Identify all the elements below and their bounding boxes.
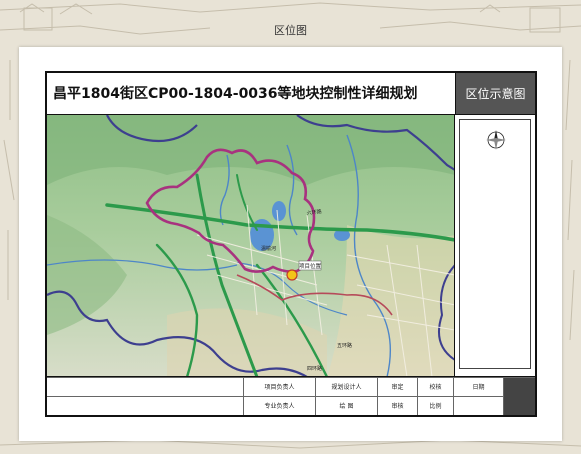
- title-block-dark-cell: [503, 377, 535, 415]
- scale-label: 比例: [417, 396, 453, 415]
- professional-leader-label: 专业负责人: [243, 396, 315, 415]
- river-label: 温榆河: [261, 245, 276, 252]
- audit-label: 审核: [377, 396, 417, 415]
- map-canvas: 六环路 温榆河 五环路 四环路 项目位置: [47, 115, 454, 376]
- title-block-blank-2: [47, 396, 243, 415]
- side-panel: [455, 115, 535, 377]
- check-label: 校核: [417, 377, 453, 396]
- drawing-no-label: 日期: [453, 377, 503, 396]
- project-location-label: 项目位置: [299, 262, 322, 270]
- location-schematic-label: 区位示意图: [455, 73, 535, 115]
- plan-title: 昌平1804街区CP00-1804-0036等地块控制性详细规划: [47, 73, 455, 115]
- location-map: 六环路 温榆河 五环路 四环路 项目位置: [47, 115, 455, 377]
- figure-caption: 区位图: [274, 24, 307, 37]
- north-arrow-icon: [486, 130, 506, 150]
- planner-label: 规划设计人: [315, 377, 377, 396]
- road-label-3: 四环路: [307, 365, 322, 372]
- drawer-label: 绘 图: [315, 396, 377, 415]
- map-sheet: 昌平1804街区CP00-1804-0036等地块控制性详细规划 区位示意图 六…: [19, 47, 562, 441]
- title-block-blank: [47, 377, 243, 396]
- north-arrow-box: [459, 119, 531, 369]
- drawing-frame: 昌平1804街区CP00-1804-0036等地块控制性详细规划 区位示意图 六…: [45, 71, 537, 417]
- road-label-2: 五环路: [337, 342, 352, 349]
- title-block: 项目负责人 规划设计人 审定 校核 日期 专业负责人 绘 图 审核 比例: [47, 377, 535, 415]
- project-leader-label: 项目负责人: [243, 377, 315, 396]
- review-label: 审定: [377, 377, 417, 396]
- scale-value: [453, 396, 503, 415]
